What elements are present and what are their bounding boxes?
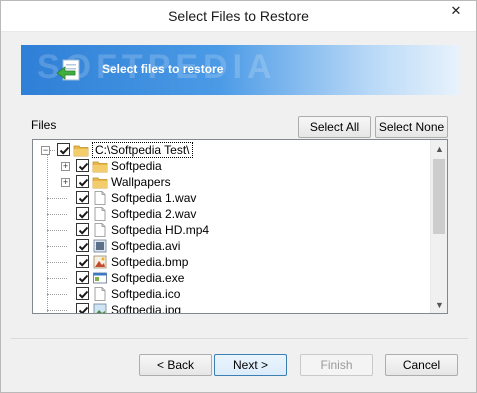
scrollbar-thumb[interactable]	[433, 159, 445, 234]
jpg-file-icon	[92, 302, 108, 313]
item-checkbox[interactable]	[76, 287, 89, 300]
tree-item-label: Softpedia 2.wav	[111, 207, 197, 221]
file-icon	[92, 190, 108, 206]
collapse-icon[interactable]: −	[41, 146, 50, 155]
file-icon	[92, 206, 108, 222]
tree-guide-branch	[47, 294, 67, 295]
restore-dialog: Select Files to Restore ✕ SOFTPEDIA Sele…	[0, 0, 477, 393]
folder-icon	[92, 158, 108, 174]
video-file-icon	[92, 238, 108, 254]
tree-item-label: Wallpapers	[111, 175, 171, 189]
item-checkbox[interactable]	[76, 303, 89, 313]
tree-row[interactable]: Softpedia.jpg	[33, 302, 431, 313]
tree-item-label: Softpedia	[111, 159, 162, 173]
tree-item-label: Softpedia.ico	[111, 287, 181, 301]
tree-row[interactable]: + Softpedia	[33, 158, 431, 174]
tree-guide-branch	[47, 198, 67, 199]
close-button[interactable]: ✕	[442, 2, 470, 20]
folder-icon	[92, 174, 108, 190]
tree-guide-branch	[47, 278, 67, 279]
tree-guide-branch	[47, 310, 67, 311]
tree-row[interactable]: Softpedia.bmp	[33, 254, 431, 270]
footer-divider	[11, 338, 468, 339]
vertical-scrollbar[interactable]: ▲ ▼	[430, 140, 447, 313]
file-tree-content: − C:\Softpedia Test\ + Softpedia + Wallpapers…	[33, 140, 431, 313]
tree-item-label: Softpedia.avi	[111, 239, 181, 253]
item-checkbox[interactable]	[57, 143, 70, 156]
select-none-button[interactable]: Select None	[375, 116, 448, 138]
item-checkbox[interactable]	[76, 223, 89, 236]
item-checkbox[interactable]	[76, 191, 89, 204]
window-title: Select Files to Restore	[168, 8, 309, 24]
tree-row[interactable]: Softpedia 2.wav	[33, 206, 431, 222]
restore-arrow-icon	[56, 59, 80, 81]
file-tree[interactable]: − C:\Softpedia Test\ + Softpedia + Wallpapers…	[32, 139, 448, 314]
tree-row[interactable]: − C:\Softpedia Test\	[33, 142, 431, 158]
scroll-down-icon[interactable]: ▼	[431, 296, 447, 313]
tree-item-label: Softpedia.jpg	[111, 303, 182, 313]
item-checkbox[interactable]	[76, 159, 89, 172]
close-icon: ✕	[450, 3, 462, 18]
tree-row[interactable]: Softpedia.exe	[33, 270, 431, 286]
tree-guide-branch	[47, 246, 67, 247]
banner-title: Select files to restore	[102, 62, 224, 76]
exe-file-icon	[92, 270, 108, 286]
tree-row[interactable]: Softpedia.avi	[33, 238, 431, 254]
scroll-up-icon[interactable]: ▲	[431, 140, 447, 157]
item-checkbox[interactable]	[76, 207, 89, 220]
files-label: Files	[31, 118, 57, 132]
select-all-button[interactable]: Select All	[298, 116, 371, 138]
tree-row[interactable]: Softpedia 1.wav	[33, 190, 431, 206]
tree-guide-branch	[47, 230, 67, 231]
folder-icon	[73, 142, 89, 158]
item-checkbox[interactable]	[76, 175, 89, 188]
tree-row[interactable]: Softpedia HD.mp4	[33, 222, 431, 238]
expand-icon[interactable]: +	[61, 178, 70, 187]
title-bar: Select Files to Restore ✕	[1, 1, 476, 32]
image-file-icon	[92, 254, 108, 270]
item-checkbox[interactable]	[76, 239, 89, 252]
finish-button[interactable]: Finish	[300, 354, 373, 376]
tree-row[interactable]: + Wallpapers	[33, 174, 431, 190]
next-button[interactable]: Next >	[214, 354, 287, 376]
tree-item-label: Softpedia 1.wav	[111, 191, 197, 205]
back-button[interactable]: < Back	[139, 354, 212, 376]
tree-guide-branch	[50, 150, 55, 151]
cancel-button[interactable]: Cancel	[385, 354, 458, 376]
header-banner: SOFTPEDIA Select files to restore	[21, 45, 459, 95]
tree-item-label: Softpedia HD.mp4	[111, 223, 210, 237]
tree-guide-branch	[47, 262, 67, 263]
file-icon	[92, 222, 108, 238]
expand-icon[interactable]: +	[61, 162, 70, 171]
item-checkbox[interactable]	[76, 255, 89, 268]
tree-item-label: Softpedia.bmp	[111, 255, 189, 269]
tree-item-label: C:\Softpedia Test\	[92, 142, 193, 158]
file-icon	[92, 286, 108, 302]
tree-item-label: Softpedia.exe	[111, 271, 185, 285]
item-checkbox[interactable]	[76, 271, 89, 284]
tree-guide-branch	[47, 214, 67, 215]
tree-row[interactable]: Softpedia.ico	[33, 286, 431, 302]
